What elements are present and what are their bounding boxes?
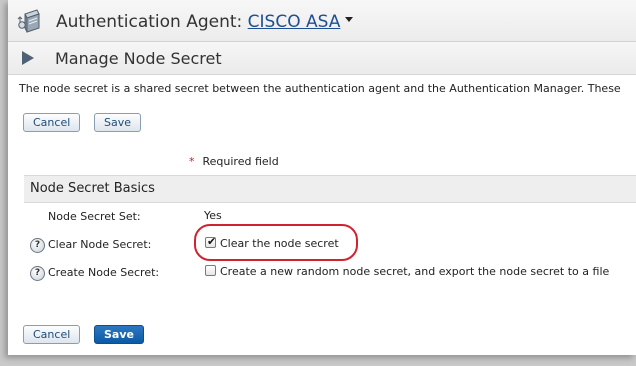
node-secret-set-label: Node Secret Set:	[48, 210, 141, 223]
save-button-bottom[interactable]: Save	[94, 325, 144, 344]
annotation-highlight	[194, 224, 358, 261]
cancel-button-top[interactable]: Cancel	[23, 113, 81, 132]
help-icon[interactable]: ?	[30, 238, 45, 253]
section-title: Node Secret Basics	[30, 181, 155, 196]
create-node-secret-option[interactable]: Create a new random node secret, and exp…	[220, 265, 609, 278]
node-secret-set-value: Yes	[204, 209, 222, 222]
server-icon	[17, 9, 40, 33]
agent-name-link[interactable]: CISCO ASA	[248, 12, 341, 32]
agent-header: Authentication Agent: CISCO ASA	[8, 0, 636, 42]
agent-heading: Authentication Agent: CISCO ASA	[56, 12, 354, 32]
save-button-top[interactable]: Save	[94, 113, 142, 132]
create-node-secret-label: Create Node Secret:	[48, 266, 160, 279]
page-header: Manage Node Secret	[8, 42, 636, 75]
section-header: Node Secret Basics	[24, 175, 636, 203]
app-window: Authentication Agent: CISCO ASA Manage N…	[8, 0, 636, 355]
required-field-note: * Required field	[189, 155, 279, 168]
clear-node-secret-label: Clear Node Secret:	[48, 238, 152, 251]
play-arrow-icon	[22, 51, 34, 65]
agent-prefix: Authentication Agent:	[56, 12, 243, 32]
required-text: Required field	[202, 155, 279, 168]
cancel-button-bottom[interactable]: Cancel	[23, 325, 81, 344]
intro-text: The node secret is a shared secret betwe…	[19, 82, 621, 95]
help-icon[interactable]: ?	[30, 266, 45, 281]
caret-down-icon[interactable]	[345, 16, 354, 22]
page-title: Manage Node Secret	[55, 49, 222, 68]
required-star: *	[189, 155, 195, 168]
create-node-secret-checkbox[interactable]	[205, 265, 216, 276]
